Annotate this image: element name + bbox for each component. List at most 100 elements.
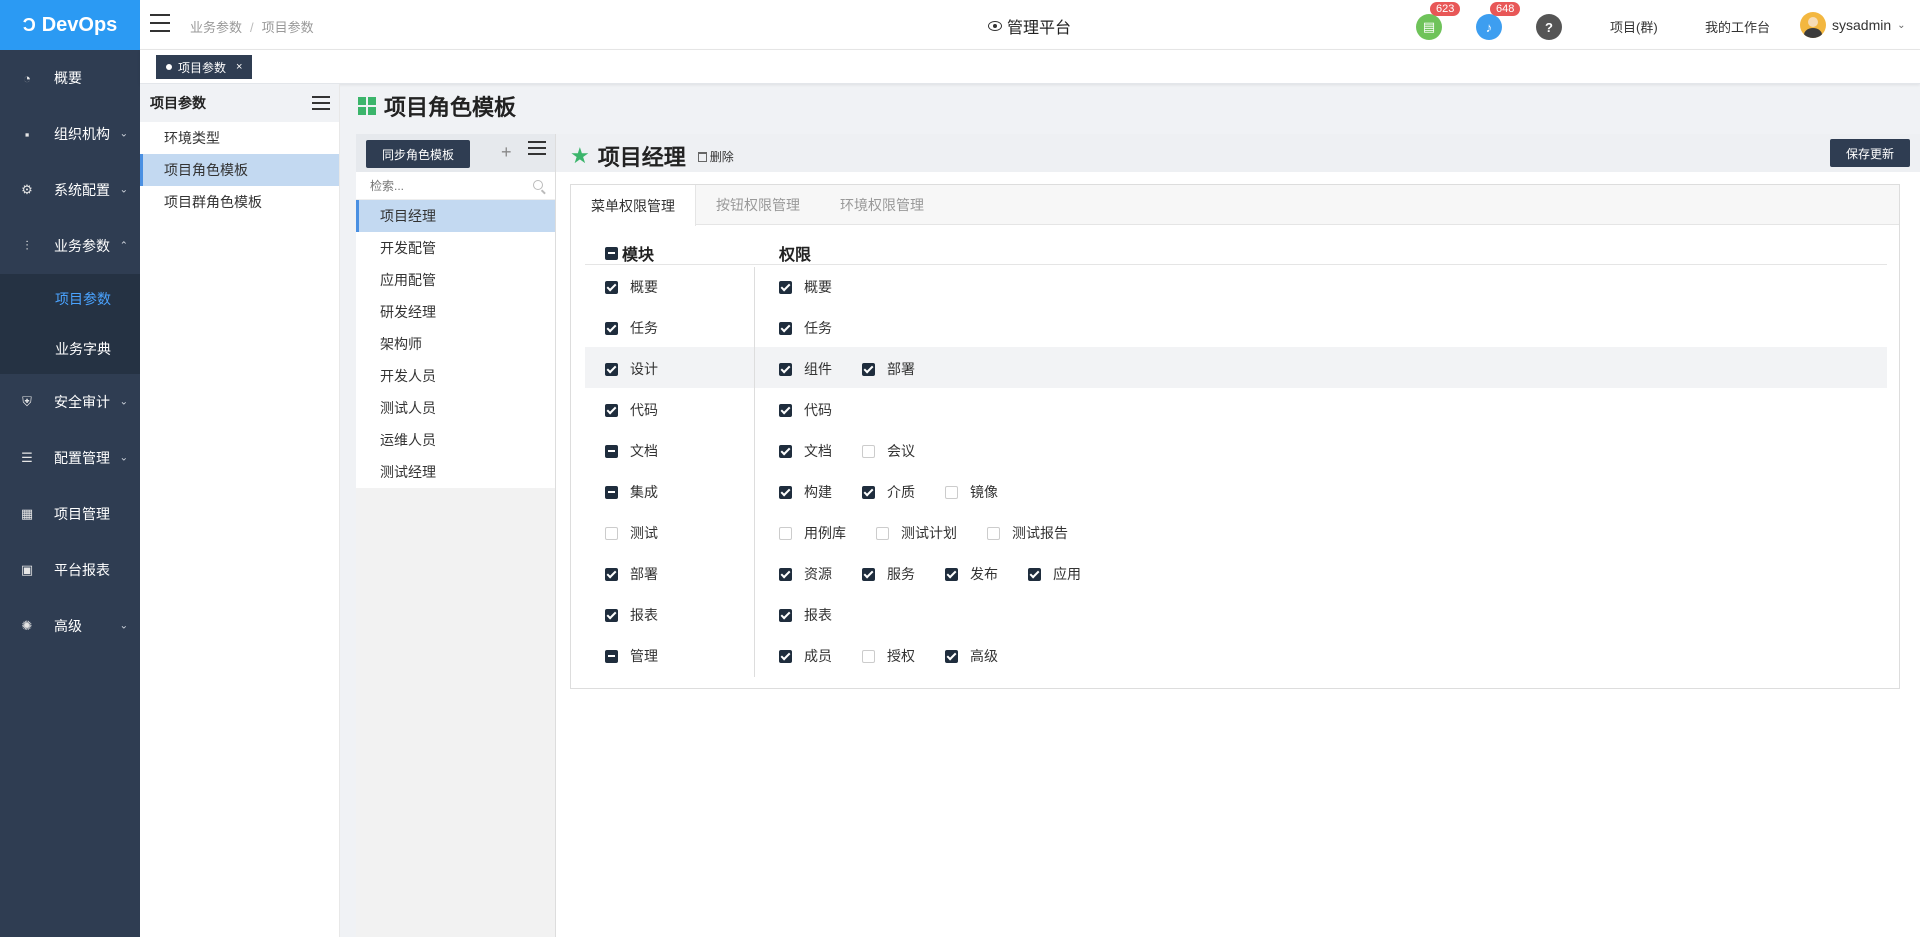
- save-update-button[interactable]: 保存更新: [1829, 139, 1910, 167]
- menu-icon[interactable]: [312, 96, 330, 110]
- permission-checkbox[interactable]: [779, 280, 792, 294]
- sidebar-item-advanced[interactable]: ✺ 高级 ⌄: [0, 598, 140, 654]
- role-item[interactable]: 测试经理: [356, 456, 555, 488]
- module-checkbox[interactable]: [605, 567, 618, 581]
- add-role-icon[interactable]: +: [501, 142, 512, 163]
- permission-option[interactable]: 资源: [779, 564, 832, 584]
- sidebar-subitem-project-params[interactable]: 项目参数: [0, 274, 140, 324]
- permission-checkbox[interactable]: [779, 526, 792, 540]
- open-tab[interactable]: 项目参数 ×: [156, 55, 253, 79]
- permission-option[interactable]: 测试报告: [987, 523, 1068, 543]
- menu-icon[interactable]: [528, 141, 546, 155]
- platform-title[interactable]: 管理平台: [988, 14, 1071, 38]
- params-item-env-type[interactable]: 环境类型: [140, 122, 339, 154]
- tab-menu-permissions[interactable]: 菜单权限管理: [571, 185, 696, 226]
- bell-icon[interactable]: ♪ 648: [1476, 2, 1521, 40]
- permission-checkbox[interactable]: [862, 649, 875, 663]
- module-checkbox[interactable]: [605, 403, 618, 417]
- sidebar-item-overview[interactable]: ◔ 概要: [0, 50, 140, 106]
- sidebar-item-config-mgmt[interactable]: ☰ 配置管理 ⌄: [0, 430, 140, 486]
- permission-option[interactable]: 高级: [945, 646, 998, 666]
- permission-checkbox[interactable]: [862, 362, 875, 376]
- permission-checkbox[interactable]: [779, 485, 792, 499]
- user-menu[interactable]: sysadmin ⌄: [1800, 12, 1906, 38]
- module-checkbox[interactable]: [605, 444, 618, 458]
- role-item[interactable]: 开发人员: [356, 360, 555, 392]
- permission-option[interactable]: 组件: [779, 359, 832, 379]
- search-icon[interactable]: [533, 180, 543, 190]
- tab-button-permissions[interactable]: 按钮权限管理: [696, 185, 820, 225]
- permission-option[interactable]: 服务: [862, 564, 915, 584]
- permission-checkbox[interactable]: [862, 485, 875, 499]
- role-item[interactable]: 测试人员: [356, 392, 555, 424]
- sidebar-subitem-business-dict[interactable]: 业务字典: [0, 324, 140, 374]
- tasks-icon[interactable]: ▤ 623: [1416, 2, 1461, 40]
- params-item-role-template[interactable]: 项目角色模板: [140, 154, 339, 186]
- select-all-checkbox[interactable]: [605, 246, 618, 260]
- permission-option[interactable]: 镜像: [945, 482, 998, 502]
- sync-template-button[interactable]: 同步角色模板: [366, 140, 471, 168]
- project-group-link[interactable]: 项目(群): [1610, 17, 1658, 36]
- permission-checkbox[interactable]: [862, 444, 875, 458]
- permission-checkbox[interactable]: [779, 362, 792, 376]
- role-item[interactable]: 架构师: [356, 328, 555, 360]
- workbench-link[interactable]: 我的工作台: [1705, 17, 1770, 36]
- permission-option[interactable]: 部署: [862, 359, 915, 379]
- permission-option[interactable]: 会议: [862, 441, 915, 461]
- permission-checkbox[interactable]: [945, 567, 958, 581]
- permission-checkbox[interactable]: [945, 649, 958, 663]
- sidebar-item-platform-reports[interactable]: ▣ 平台报表: [0, 542, 140, 598]
- permission-checkbox[interactable]: [779, 608, 792, 622]
- permission-option[interactable]: 代码: [779, 400, 832, 420]
- logo[interactable]: Ͻ DevOps: [0, 0, 140, 50]
- sidebar-item-business-params[interactable]: ⫶ 业务参数 ⌃: [0, 218, 140, 274]
- breadcrumb-item[interactable]: 业务参数: [190, 20, 242, 35]
- module-checkbox[interactable]: [605, 362, 618, 376]
- module-checkbox[interactable]: [605, 280, 618, 294]
- permission-option[interactable]: 概要: [779, 277, 832, 297]
- role-item[interactable]: 研发经理: [356, 296, 555, 328]
- permission-option[interactable]: 应用: [1028, 564, 1081, 584]
- permission-option[interactable]: 测试计划: [876, 523, 957, 543]
- permission-checkbox[interactable]: [779, 403, 792, 417]
- permission-option[interactable]: 任务: [779, 318, 832, 338]
- role-item[interactable]: 运维人员: [356, 424, 555, 456]
- module-checkbox[interactable]: [605, 485, 618, 499]
- permission-option[interactable]: 发布: [945, 564, 998, 584]
- permission-option[interactable]: 报表: [779, 605, 832, 625]
- permission-option[interactable]: 授权: [862, 646, 915, 666]
- permission-checkbox[interactable]: [945, 485, 958, 499]
- help-icon[interactable]: ?: [1536, 14, 1562, 40]
- permission-checkbox[interactable]: [779, 649, 792, 663]
- module-checkbox[interactable]: [605, 608, 618, 622]
- close-icon[interactable]: ×: [236, 61, 242, 73]
- permission-option[interactable]: 用例库: [779, 523, 846, 543]
- tab-env-permissions[interactable]: 环境权限管理: [820, 185, 944, 225]
- module-checkbox[interactable]: [605, 649, 618, 663]
- sidebar-item-organization[interactable]: ▪ 组织机构 ⌄: [0, 106, 140, 162]
- permission-checkbox[interactable]: [1028, 567, 1041, 581]
- params-item-group-role-template[interactable]: 项目群角色模板: [140, 186, 339, 218]
- sidebar-item-security-audit[interactable]: ⛨ 安全审计 ⌄: [0, 374, 140, 430]
- permission-checkbox[interactable]: [876, 526, 889, 540]
- role-item[interactable]: 应用配管: [356, 264, 555, 296]
- permission-checkbox[interactable]: [987, 526, 1000, 540]
- permission-option[interactable]: 文档: [779, 441, 832, 461]
- permission-option[interactable]: 介质: [862, 482, 915, 502]
- sidebar-item-project-mgmt[interactable]: ▦ 项目管理: [0, 486, 140, 542]
- permission-checkbox[interactable]: [862, 567, 875, 581]
- breadcrumb-item[interactable]: 项目参数: [262, 20, 314, 35]
- permission-checkbox[interactable]: [779, 567, 792, 581]
- role-item[interactable]: 项目经理: [356, 200, 555, 232]
- module-checkbox[interactable]: [605, 526, 618, 540]
- permission-option[interactable]: 构建: [779, 482, 832, 502]
- sidebar-item-system-config[interactable]: ⚙ 系统配置 ⌄: [0, 162, 140, 218]
- role-search-input[interactable]: [356, 172, 555, 200]
- delete-button[interactable]: 删除: [697, 148, 734, 165]
- module-checkbox[interactable]: [605, 321, 618, 335]
- menu-toggle-icon[interactable]: [150, 14, 170, 32]
- permission-checkbox[interactable]: [779, 444, 792, 458]
- role-item[interactable]: 开发配管: [356, 232, 555, 264]
- permission-option[interactable]: 成员: [779, 646, 832, 666]
- permission-checkbox[interactable]: [779, 321, 792, 335]
